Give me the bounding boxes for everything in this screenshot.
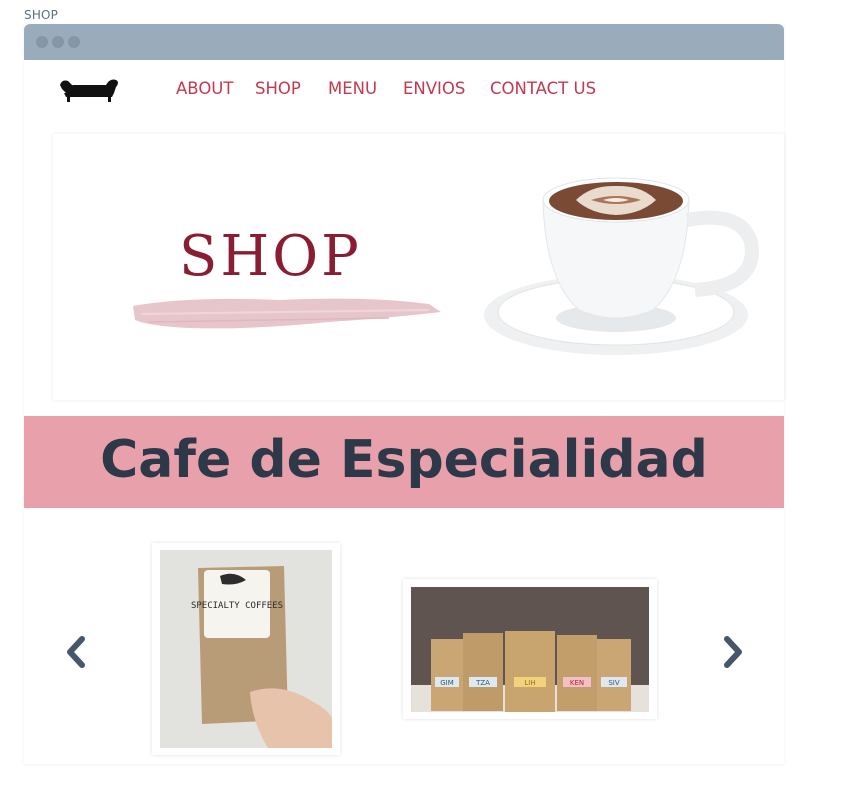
section-title: Cafe de Especialidad	[100, 430, 708, 490]
window-dot	[36, 36, 48, 48]
bag-code: SIV	[608, 679, 620, 687]
page-label: SHOP	[24, 8, 59, 22]
window-dot	[52, 36, 64, 48]
coffee-cup-image	[484, 177, 759, 355]
nav-link-contact[interactable]: CONTACT US	[490, 79, 596, 98]
bag-code: TZA	[475, 679, 490, 687]
nav-link-about[interactable]: ABOUT	[176, 79, 233, 98]
specialty-coffee-bag-photo: SPECIALTY COFFEES	[160, 550, 332, 748]
brush-stroke	[133, 298, 441, 329]
carousel-card[interactable]: SPECIALTY COFFEES	[152, 543, 340, 755]
nav-link-envios[interactable]: ENVIOS	[403, 79, 465, 98]
window-titlebar	[24, 24, 784, 60]
main-nav: ABOUT SHOP MENU ENVIOS CONTACT US	[24, 60, 784, 120]
browser-frame: ABOUT SHOP MENU ENVIOS CONTACT US SHOP C…	[24, 24, 784, 764]
nav-link-shop[interactable]: SHOP	[255, 79, 301, 98]
bag-code: GIM	[440, 679, 454, 687]
sofa-icon[interactable]	[58, 75, 120, 107]
bag-code: LIH	[524, 679, 535, 687]
chevron-left-icon[interactable]	[64, 636, 88, 668]
hero-banner: SHOP	[53, 134, 784, 400]
coffee-bags-lineup-photo: GIM TZA LIH KEN SIV	[411, 587, 649, 712]
chevron-right-icon[interactable]	[721, 636, 745, 668]
bag-label: SPECIALTY COFFEES	[191, 601, 283, 611]
hero-title: SHOP	[179, 224, 362, 289]
section-band: Cafe de Especialidad	[24, 416, 784, 508]
carousel-card[interactable]: GIM TZA LIH KEN SIV	[403, 579, 657, 719]
window-dot	[68, 36, 80, 48]
nav-link-menu[interactable]: MENU	[328, 79, 377, 98]
bag-code: KEN	[570, 679, 584, 687]
